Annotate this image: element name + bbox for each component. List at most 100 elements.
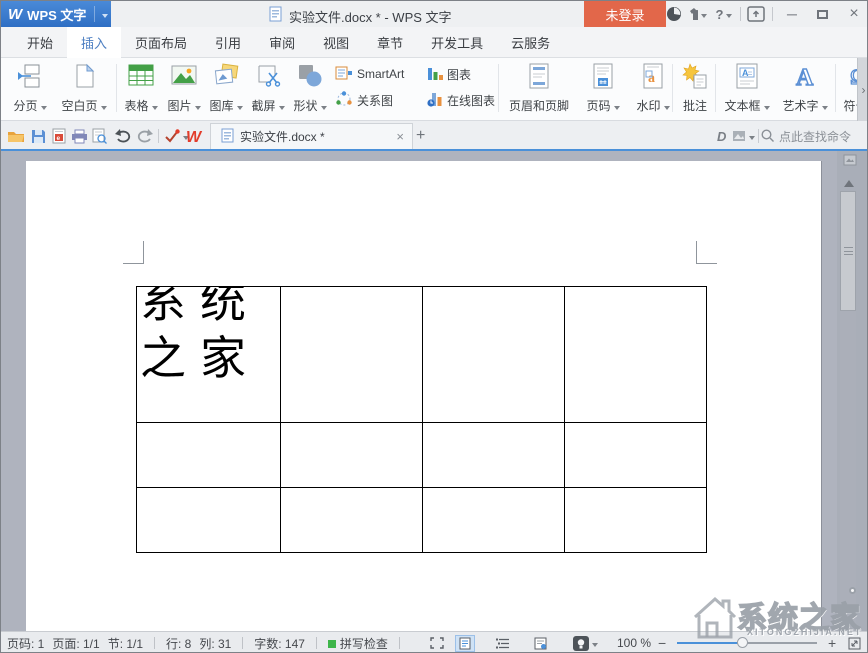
print-preview-icon[interactable] <box>89 126 109 146</box>
online-chart-button[interactable]: 在线图表 <box>427 90 495 110</box>
status-word-count[interactable]: 字数: 147 <box>254 635 305 652</box>
zoom-slider[interactable] <box>677 642 817 644</box>
chevron-down-icon <box>822 106 828 113</box>
tab-home[interactable]: 开始 <box>13 27 67 57</box>
document-workspace[interactable]: 系统之家 <box>1 151 868 631</box>
tab-section[interactable]: 章节 <box>363 27 417 57</box>
wps-menu-button[interactable]: W WPS 文字 <box>1 1 111 27</box>
tab-view[interactable]: 视图 <box>309 27 363 57</box>
table-cell[interactable] <box>565 488 707 553</box>
document-tab[interactable]: 实验文件.docx * × <box>210 123 413 149</box>
page-number-button[interactable]: 页码 <box>577 61 629 115</box>
table-cell[interactable] <box>137 423 281 488</box>
fullscreen-view-button[interactable] <box>427 635 447 652</box>
close-tab-icon[interactable]: × <box>396 129 404 144</box>
scrollbar-grip <box>844 247 853 255</box>
wordart-button[interactable]: A 艺术字 <box>777 61 833 115</box>
table-cell[interactable]: 系统之家 <box>137 287 281 423</box>
vertical-scrollbar[interactable] <box>840 191 856 631</box>
textbox-button[interactable]: A 文本框 <box>719 61 775 115</box>
chart-button[interactable]: 图表 <box>427 64 471 84</box>
chart-icon <box>427 65 443 84</box>
menu-tab-bar: 开始 插入 页面布局 引用 审阅 视图 章节 开发工具 云服务 <box>1 27 868 58</box>
chevron-down-icon <box>664 106 670 113</box>
tab-review[interactable]: 审阅 <box>255 27 309 57</box>
table-cell[interactable] <box>565 423 707 488</box>
comment-button[interactable]: 批注 <box>677 61 713 115</box>
zoom-out-button[interactable]: − <box>655 635 669 651</box>
table-cell[interactable] <box>281 488 423 553</box>
maximize-button[interactable] <box>809 4 835 24</box>
shapes-icon <box>297 63 323 92</box>
gallery-button[interactable]: 图库 <box>205 61 247 115</box>
find-command-box[interactable]: 点此查找命令 <box>761 128 851 145</box>
save-icon[interactable] <box>28 126 48 146</box>
tab-cloud[interactable]: 云服务 <box>497 27 564 57</box>
hotspot-icon[interactable] <box>665 5 683 23</box>
collapse-ribbon-icon[interactable] <box>747 5 765 23</box>
print-icon[interactable] <box>69 126 89 146</box>
divider <box>740 7 741 21</box>
wps-home-icon[interactable]: W <box>185 126 205 146</box>
page-view-button[interactable] <box>455 635 475 652</box>
outline-view-button[interactable] <box>493 635 513 652</box>
divider <box>242 637 243 649</box>
page-break-button[interactable]: 分页 <box>7 61 53 115</box>
smartart-icon <box>335 65 353 84</box>
table-cell[interactable] <box>565 287 707 423</box>
scroll-up-arrow[interactable] <box>844 175 854 187</box>
share-picture-icon[interactable] <box>731 126 755 146</box>
login-button[interactable]: 未登录 <box>584 1 666 27</box>
table-cell[interactable] <box>423 488 565 553</box>
side-pane-icon[interactable] <box>843 153 857 171</box>
tab-page-layout[interactable]: 页面布局 <box>121 27 201 57</box>
help-icon[interactable]: ? <box>715 5 733 23</box>
undo-icon[interactable] <box>113 126 133 146</box>
tab-developer[interactable]: 开发工具 <box>417 27 497 57</box>
relationship-button[interactable]: 关系图 <box>335 90 393 110</box>
wps-logo-label: WPS 文字 <box>27 5 86 24</box>
eye-protection-button[interactable] <box>570 635 601 652</box>
skin-icon[interactable] <box>689 5 707 23</box>
table-cell[interactable] <box>137 488 281 553</box>
header-footer-button[interactable]: 页眉和页脚 <box>505 61 573 115</box>
watermark-icon: a <box>642 63 664 94</box>
close-button[interactable]: × <box>841 4 867 24</box>
table-cell[interactable] <box>423 287 565 423</box>
document-icon <box>269 6 282 27</box>
screenshot-button[interactable]: 截屏 <box>247 61 289 115</box>
docer-icon[interactable]: D <box>713 126 733 146</box>
spellcheck-status-icon <box>328 640 336 648</box>
scrollbar-thumb[interactable] <box>840 191 856 311</box>
tab-references[interactable]: 引用 <box>201 27 255 57</box>
blank-page-button[interactable]: 空白页 <box>55 61 113 115</box>
zoom-in-button[interactable]: + <box>825 635 839 651</box>
divider <box>672 64 673 112</box>
smartart-button[interactable]: SmartArt <box>335 64 404 84</box>
status-page-count: 页面: 1/1 <box>52 635 99 652</box>
table-cell-text: 系统之家 <box>140 287 280 388</box>
web-view-button[interactable] <box>531 635 551 652</box>
table-cell[interactable] <box>423 423 565 488</box>
open-icon[interactable] <box>6 126 26 146</box>
divider <box>758 129 759 143</box>
ribbon-expand-button[interactable]: › <box>857 58 868 121</box>
zoom-slider-handle[interactable] <box>737 637 748 648</box>
minimize-button[interactable]: ─ <box>779 4 805 24</box>
shapes-button[interactable]: 形状 <box>289 61 331 115</box>
picture-button[interactable]: 图片 <box>163 61 205 115</box>
redo-icon[interactable] <box>135 126 155 146</box>
new-tab-button[interactable]: + <box>416 127 425 145</box>
relationship-icon <box>335 91 353 110</box>
gallery-icon <box>213 63 239 92</box>
tab-insert[interactable]: 插入 <box>67 27 121 58</box>
table-cell[interactable] <box>281 287 423 423</box>
fit-page-button[interactable] <box>843 635 865 652</box>
document-page[interactable]: 系统之家 <box>26 161 821 631</box>
export-pdf-icon[interactable]: e <box>49 126 69 146</box>
table-button[interactable]: 表格 <box>120 61 162 115</box>
table-cell[interactable] <box>281 423 423 488</box>
spellcheck-button[interactable]: 拼写检查 <box>328 635 388 652</box>
watermark-button[interactable]: a 水印 <box>631 61 675 115</box>
zoom-level[interactable]: 100 % <box>617 636 651 650</box>
